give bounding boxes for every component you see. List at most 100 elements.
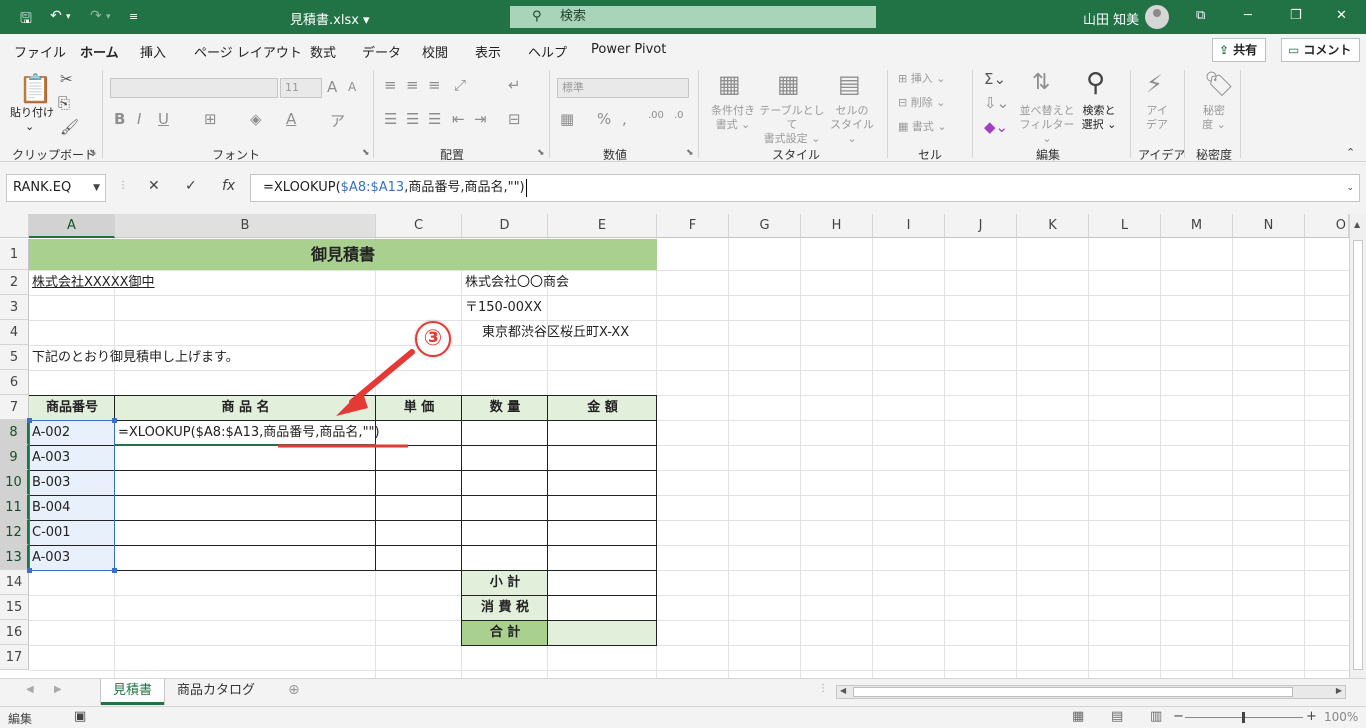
intro-text-cell[interactable]: 下記のとおり御見積申し上げます。 [32, 346, 239, 370]
row-header-5[interactable]: 5 [0, 345, 29, 370]
row-header-4[interactable]: 4 [0, 320, 29, 345]
row-header-17[interactable]: 17 [0, 645, 29, 670]
align-left-icon[interactable]: ☰ [384, 110, 397, 128]
row-header-8[interactable]: 8 [0, 420, 29, 445]
tax-label[interactable]: 消 費 税 [462, 596, 548, 620]
align-right-icon[interactable]: ☰ [428, 110, 441, 128]
horizontal-scroll-thumb[interactable] [853, 687, 1293, 697]
format-as-table-icon[interactable]: ▦ [777, 70, 800, 98]
decrease-decimal-icon[interactable]: .0 [674, 110, 684, 121]
scroll-right-icon[interactable]: ▶ [1336, 686, 1342, 695]
tab-review[interactable]: 校閲 [422, 42, 448, 61]
undo-dropdown-icon[interactable]: ▾ [66, 12, 71, 22]
font-color-icon[interactable]: A [286, 110, 296, 128]
estimate-title-cell[interactable]: 御見積書 [29, 239, 657, 270]
share-button[interactable]: ⇪ 共有 [1212, 38, 1267, 62]
zoom-in-icon[interactable]: + [1306, 709, 1317, 724]
name-box-dropdown-icon[interactable]: ▼ [93, 175, 100, 201]
tab-file[interactable]: ファイル [14, 42, 66, 61]
header-product-name[interactable]: 商 品 名 [115, 396, 376, 420]
decrease-indent-icon[interactable]: ⇤ [452, 110, 465, 128]
column-header-j[interactable]: J [945, 214, 1017, 238]
column-header-b[interactable]: B [115, 214, 376, 238]
subtotal-label[interactable]: 小 計 [462, 571, 548, 595]
header-amount[interactable]: 金 額 [548, 396, 657, 420]
row-header-3[interactable]: 3 [0, 295, 29, 320]
page-layout-view-icon[interactable]: ▤ [1111, 709, 1123, 724]
align-bottom-icon[interactable]: ≡ [428, 76, 441, 94]
address-cell[interactable]: 東京都渋谷区桜丘町X-XX [482, 321, 629, 345]
scroll-tabs-right-icon[interactable]: ▶ [54, 684, 62, 695]
row-header-14[interactable]: 14 [0, 570, 29, 595]
row-header-12[interactable]: 12 [0, 520, 29, 545]
accessibility-icon[interactable]: ▣ [74, 709, 86, 724]
column-header-m[interactable]: M [1161, 214, 1233, 238]
search-box[interactable]: ⚲ 検索 [510, 6, 876, 28]
increase-indent-icon[interactable]: ⇥ [474, 110, 487, 128]
range-selection-a8-a13[interactable] [27, 418, 117, 573]
scroll-tabs-left-icon[interactable]: ◀ [26, 684, 34, 695]
comments-button[interactable]: ▭ コメント [1281, 38, 1361, 62]
customer-name-cell[interactable]: 株式会社XXXXX御中 [32, 271, 155, 295]
font-size-combobox[interactable]: 11 [280, 78, 322, 98]
total-label[interactable]: 合 計 [462, 621, 548, 645]
scroll-up-icon[interactable]: ▲ [1354, 220, 1360, 229]
row-header-7[interactable]: 7 [0, 395, 29, 420]
sheet-tab-catalog[interactable]: 商品カタログ [165, 679, 267, 705]
format-as-table-button[interactable]: テーブルとして 書式設定 ⌄ [756, 104, 828, 146]
page-break-view-icon[interactable]: ▥ [1150, 709, 1162, 724]
align-middle-icon[interactable]: ≡ [406, 76, 419, 94]
number-format-combobox[interactable]: 標準 [557, 78, 689, 98]
row-header-6[interactable]: 6 [0, 370, 29, 395]
row-header-15[interactable]: 15 [0, 595, 29, 620]
tab-data[interactable]: データ [362, 42, 401, 61]
column-header-l[interactable]: L [1089, 214, 1161, 238]
increase-decimal-icon[interactable]: .00 [648, 110, 664, 121]
header-quantity[interactable]: 数 量 [462, 396, 548, 420]
conditional-formatting-button[interactable]: 条件付き 書式 ⌄ [704, 104, 762, 132]
cell-styles-button[interactable]: セルの スタイル ⌄ [826, 104, 878, 146]
copy-icon[interactable]: ⎘ [58, 94, 70, 112]
column-header-a[interactable]: A [29, 214, 115, 238]
fill-color-icon[interactable]: ◈ [250, 110, 262, 128]
insert-cells-button[interactable]: ⊞ 挿入 ⌄ [898, 72, 945, 86]
autosum-icon[interactable]: Σ⌄ [984, 70, 1006, 88]
ribbon-display-icon[interactable]: ⧉ [1196, 8, 1205, 23]
tab-formulas[interactable]: 数式 [310, 42, 336, 61]
cancel-icon[interactable]: ✕ [148, 178, 160, 194]
file-name[interactable]: 見積書.xlsx ▾ [290, 9, 370, 28]
collapse-ribbon-icon[interactable]: ⌃ [1346, 146, 1355, 160]
tab-page-layout[interactable]: ページ レイアウト [194, 42, 302, 61]
row-header-2[interactable]: 2 [0, 270, 29, 295]
restore-icon[interactable]: ❐ [1290, 8, 1302, 23]
column-header-i[interactable]: I [873, 214, 945, 238]
horizontal-scrollbar[interactable]: ◀ ▶ [836, 685, 1346, 699]
wrap-text-icon[interactable]: ↵ [508, 76, 521, 94]
insert-function-icon[interactable]: fx [222, 178, 235, 194]
font-launcher-icon[interactable]: ⬊ [362, 148, 370, 158]
enter-icon[interactable]: ✓ [185, 178, 197, 194]
formula-bar-drag-icon[interactable]: ⋮ [118, 180, 128, 191]
tab-split-handle-icon[interactable]: ⋮ [818, 683, 828, 694]
fill-icon[interactable]: ⇩⌄ [984, 94, 1009, 112]
company-name-cell[interactable]: 株式会社〇〇商会 [465, 271, 569, 295]
minimize-icon[interactable]: ─ [1244, 8, 1252, 23]
column-header-n[interactable]: N [1233, 214, 1305, 238]
borders-icon[interactable]: ⊞ [204, 110, 217, 128]
bold-icon[interactable]: B [114, 110, 125, 128]
alignment-launcher-icon[interactable]: ⬊ [537, 148, 545, 158]
formula-input[interactable]: =XLOOKUP($A8:$A13,商品番号,商品名,"") ⌄ [250, 174, 1360, 202]
name-box[interactable]: RANK.EQ ▼ [6, 174, 106, 202]
sort-filter-icon[interactable]: ⇅ [1032, 70, 1050, 95]
paste-button-label[interactable]: 貼り付け [8, 106, 56, 120]
find-select-icon[interactable]: ⚲ [1086, 68, 1105, 98]
align-center-icon[interactable]: ☰ [406, 110, 419, 128]
column-header-h[interactable]: H [801, 214, 873, 238]
row-header-11[interactable]: 11 [0, 495, 29, 520]
sensitivity-button[interactable]: 秘密度 ⌄ [1194, 104, 1234, 132]
clipboard-launcher-icon[interactable]: ⬊ [89, 148, 97, 158]
delete-cells-button[interactable]: ⊟ 削除 ⌄ [898, 96, 945, 110]
tab-help[interactable]: ヘルプ [528, 42, 567, 61]
zoom-out-icon[interactable]: − [1173, 709, 1184, 724]
sensitivity-icon[interactable]: 🏷 [1204, 70, 1234, 98]
